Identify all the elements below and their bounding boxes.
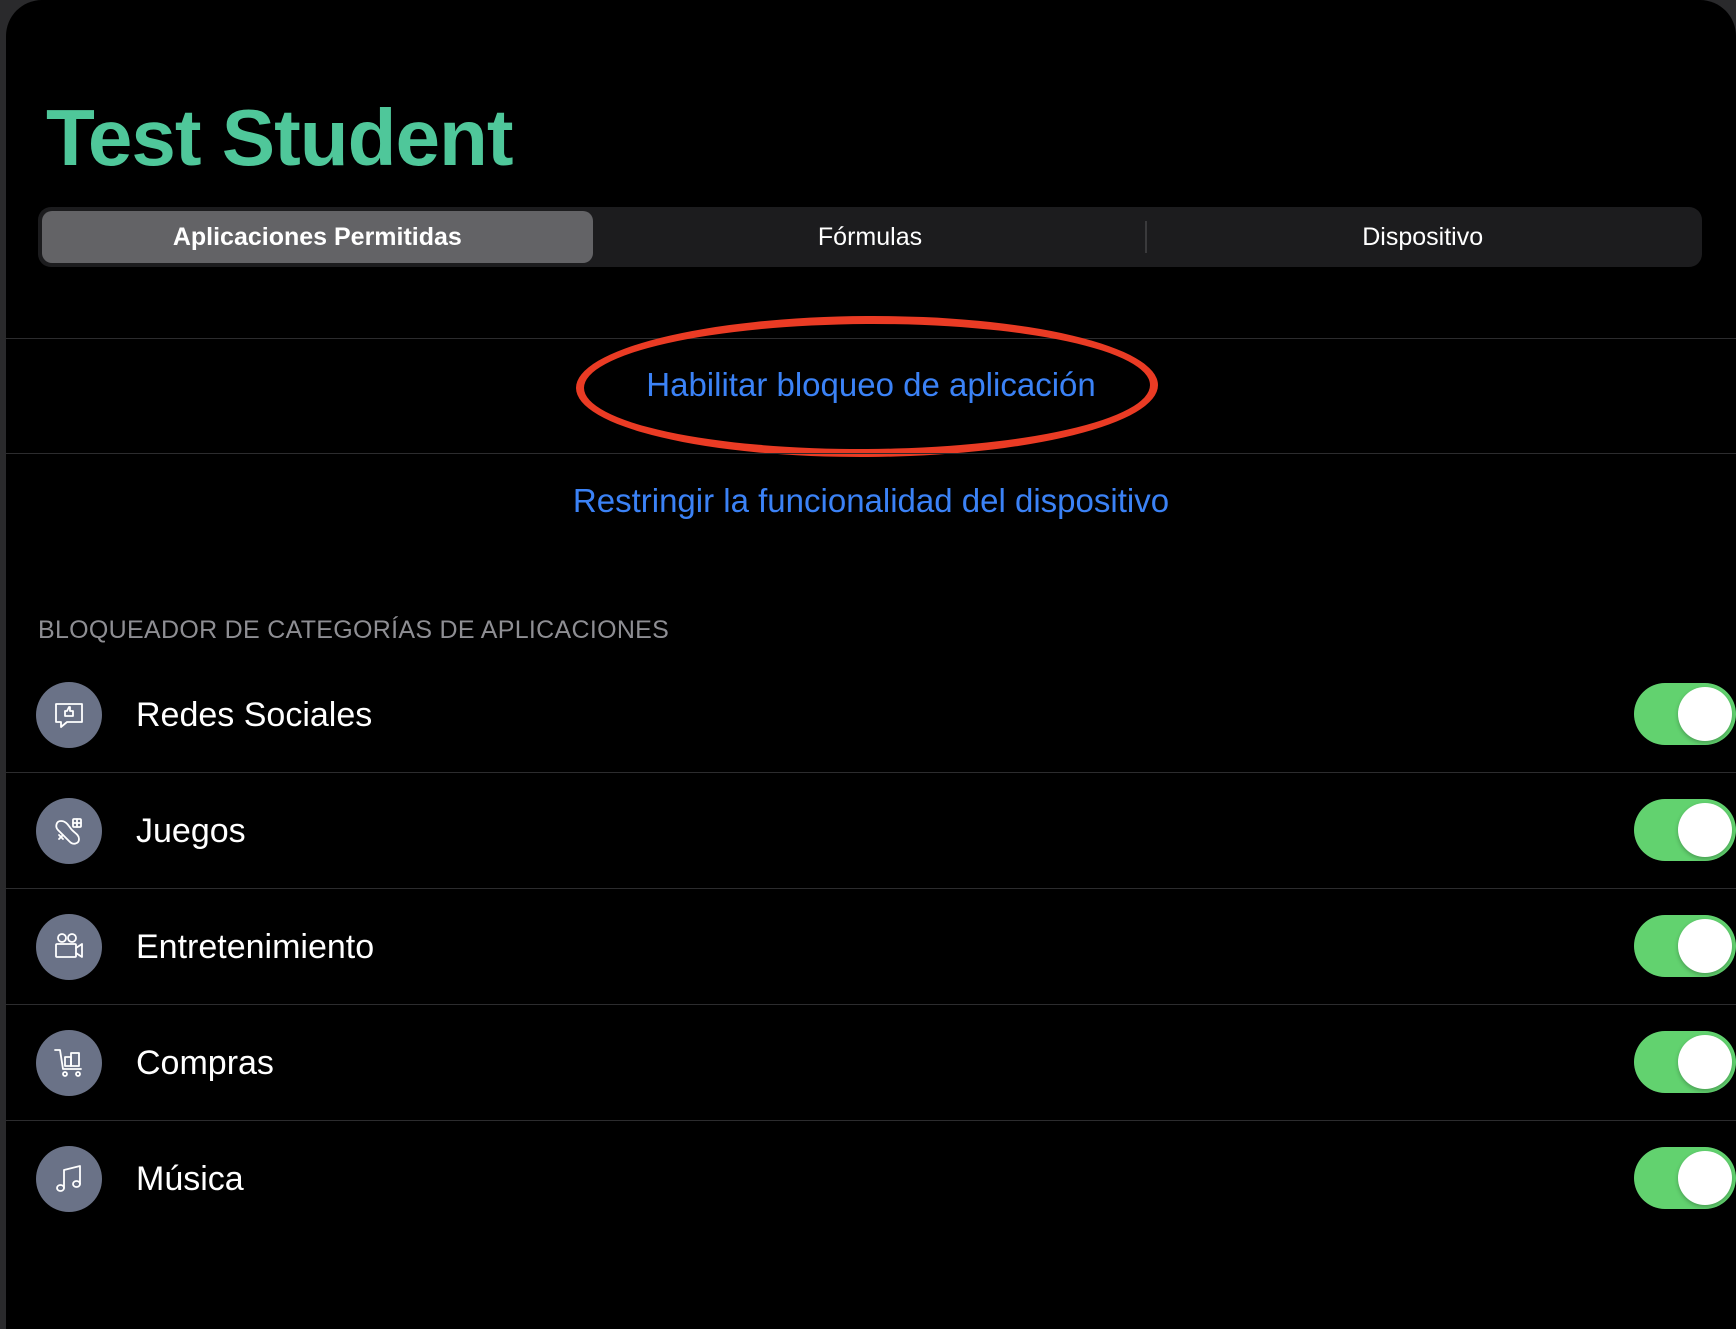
page-title: Test Student [46,93,514,182]
games-toggle[interactable] [1634,799,1736,861]
divider [6,338,1736,339]
category-label: Compras [136,1044,274,1082]
category-row-games: Juegos [6,773,1736,889]
social-toggle[interactable] [1634,683,1736,745]
category-row-shopping: Compras [6,1005,1736,1121]
category-label: Juegos [136,812,246,850]
social-chat-icon [36,682,102,748]
tab-formulas[interactable]: Fórmulas [595,211,1146,263]
shopping-cart-icon [36,1030,102,1096]
category-row-social: Redes Sociales [6,657,1736,773]
restrict-device-button[interactable]: Restringir la funcionalidad del disposit… [6,482,1736,520]
music-toggle[interactable] [1634,1147,1736,1209]
tab-control: Aplicaciones Permitidas Fórmulas Disposi… [38,207,1702,267]
toggle-knob [1678,687,1732,741]
app-window: Test Student Aplicaciones Permitidas Fór… [6,0,1736,1329]
music-note-icon [36,1146,102,1212]
divider [6,453,1736,454]
enable-app-lock-button[interactable]: Habilitar bloqueo de aplicación [6,366,1736,404]
shopping-toggle[interactable] [1634,1031,1736,1093]
category-row-entertainment: Entretenimiento [6,889,1736,1005]
toggle-knob [1678,803,1732,857]
toggle-knob [1678,1151,1732,1205]
section-header: BLOQUEADOR DE CATEGORÍAS DE APLICACIONES [38,616,670,644]
category-row-music: Música [6,1121,1736,1237]
toggle-knob [1678,1035,1732,1089]
category-label: Redes Sociales [136,696,373,734]
entertainment-toggle[interactable] [1634,915,1736,977]
category-label: Entretenimiento [136,928,375,966]
category-label: Música [136,1160,244,1198]
toggle-knob [1678,919,1732,973]
video-camera-icon [36,914,102,980]
tab-allowed-apps[interactable]: Aplicaciones Permitidas [42,211,593,263]
tab-device[interactable]: Dispositivo [1147,211,1698,263]
game-controller-icon [36,798,102,864]
